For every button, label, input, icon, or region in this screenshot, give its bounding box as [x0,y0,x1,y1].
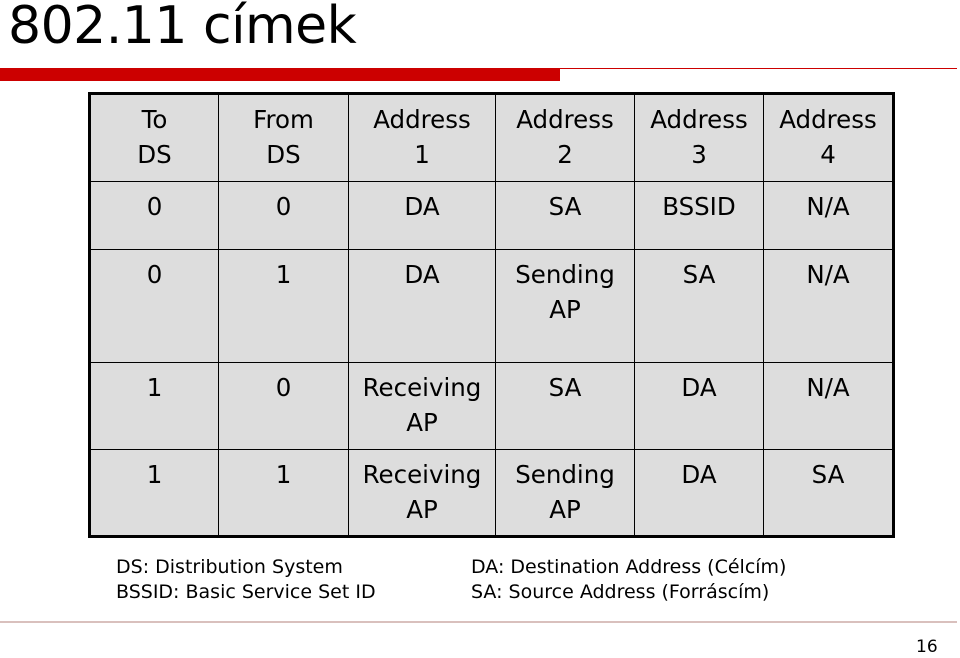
table-cell: 0 [218,181,349,250]
table-cell: N/A [763,181,894,250]
cell-line: N/A [806,373,850,402]
cell-line: 0 [275,373,292,402]
header-cell-address-4: Address 4 [763,93,894,182]
table-row: 1 1 Receiving AP Sending AP DA SA [89,449,894,537]
cell-line: AP [549,295,581,324]
cell-line: SA [548,373,582,402]
cell-line: Receiving [362,373,482,402]
cell-line: N/A [806,192,850,221]
cell-line: N/A [806,260,850,289]
title-underline-thin [560,68,957,69]
table-cell: BSSID [634,181,764,250]
table-cell: 1 [218,249,349,363]
cell-line: DA [681,373,717,402]
table-cell: SA [763,449,894,537]
table-cell: 0 [89,181,219,250]
cell-line: 0 [275,192,292,221]
title-underline-thick [0,68,560,81]
header-line: Address [779,105,877,134]
legend-left: DS: Distribution System BSSID: Basic Ser… [116,555,376,605]
cell-line: 1 [275,460,292,489]
footer-divider [0,621,957,623]
cell-line: SA [811,460,845,489]
header-cell-address-2: Address 2 [495,93,635,182]
cell-line: SA [682,260,716,289]
table-row: 1 0 Receiving AP SA DA N/A [89,362,894,450]
cell-line: 1 [146,460,163,489]
address-table: To DS From DS Address 1 Address 2 Address 3 A… [88,92,895,538]
cell-line: AP [549,495,581,524]
cell-line: 1 [275,260,292,289]
header-cell-address-1: Address 1 [348,93,496,182]
header-line: 3 [691,140,707,169]
header-line: Address [650,105,748,134]
cell-line: Sending [515,460,615,489]
table-cell: 0 [89,249,219,363]
cell-line: Receiving [362,460,482,489]
cell-line: AP [406,408,438,437]
header-line: 1 [414,140,430,169]
cell-line: 1 [146,373,163,402]
header-line: From [253,105,314,134]
header-line: DS [266,140,301,169]
header-line: 4 [820,140,836,169]
cell-line: Sending [515,260,615,289]
header-cell-address-3: Address 3 [634,93,764,182]
legend-item-bssid: BSSID: Basic Service Set ID [116,581,376,603]
table-row: 0 0 DA SA BSSID N/A [89,181,894,250]
cell-line: AP [406,495,438,524]
cell-line: DA [404,260,440,289]
cell-line: 0 [146,192,163,221]
table-header-row: To DS From DS Address 1 Address 2 Address 3 A… [89,93,894,182]
legend-right: DA: Destination Address (Célcím) SA: Sou… [471,555,786,605]
header-line: Address [373,105,471,134]
table-cell: SA [495,181,635,250]
cell-line: DA [681,460,717,489]
page-number: 16 [916,637,938,657]
legend-item-sa: SA: Source Address (Forráscím) [471,581,770,603]
table-cell: Receiving AP [348,362,496,450]
table-cell: SA [634,249,764,363]
table-cell: 1 [218,449,349,537]
table-cell: DA [634,449,764,537]
header-cell-to-ds: To DS [89,93,219,182]
header-line: To [141,105,168,134]
table-cell: DA [348,249,496,363]
table-cell: N/A [763,249,894,363]
cell-line: DA [404,192,440,221]
slide-title: 802.11 címek [8,0,357,56]
table-cell: DA [634,362,764,450]
cell-line: BSSID [662,192,736,221]
table-cell: Sending AP [495,249,635,363]
table-cell: 1 [89,449,219,537]
table-cell: DA [348,181,496,250]
table-cell: SA [495,362,635,450]
header-line: Address [516,105,614,134]
table-cell: 1 [89,362,219,450]
table-cell: 0 [218,362,349,450]
header-line: DS [137,140,172,169]
table-cell: N/A [763,362,894,450]
header-line: 2 [557,140,573,169]
cell-line: SA [548,192,582,221]
legend-item-ds: DS: Distribution System [116,556,343,578]
table-cell: Receiving AP [348,449,496,537]
header-cell-from-ds: From DS [218,93,349,182]
table-cell: Sending AP [495,449,635,537]
cell-line: 0 [146,260,163,289]
legend-item-da: DA: Destination Address (Célcím) [471,556,787,578]
table-row: 0 1 DA Sending AP SA N/A [89,249,894,363]
